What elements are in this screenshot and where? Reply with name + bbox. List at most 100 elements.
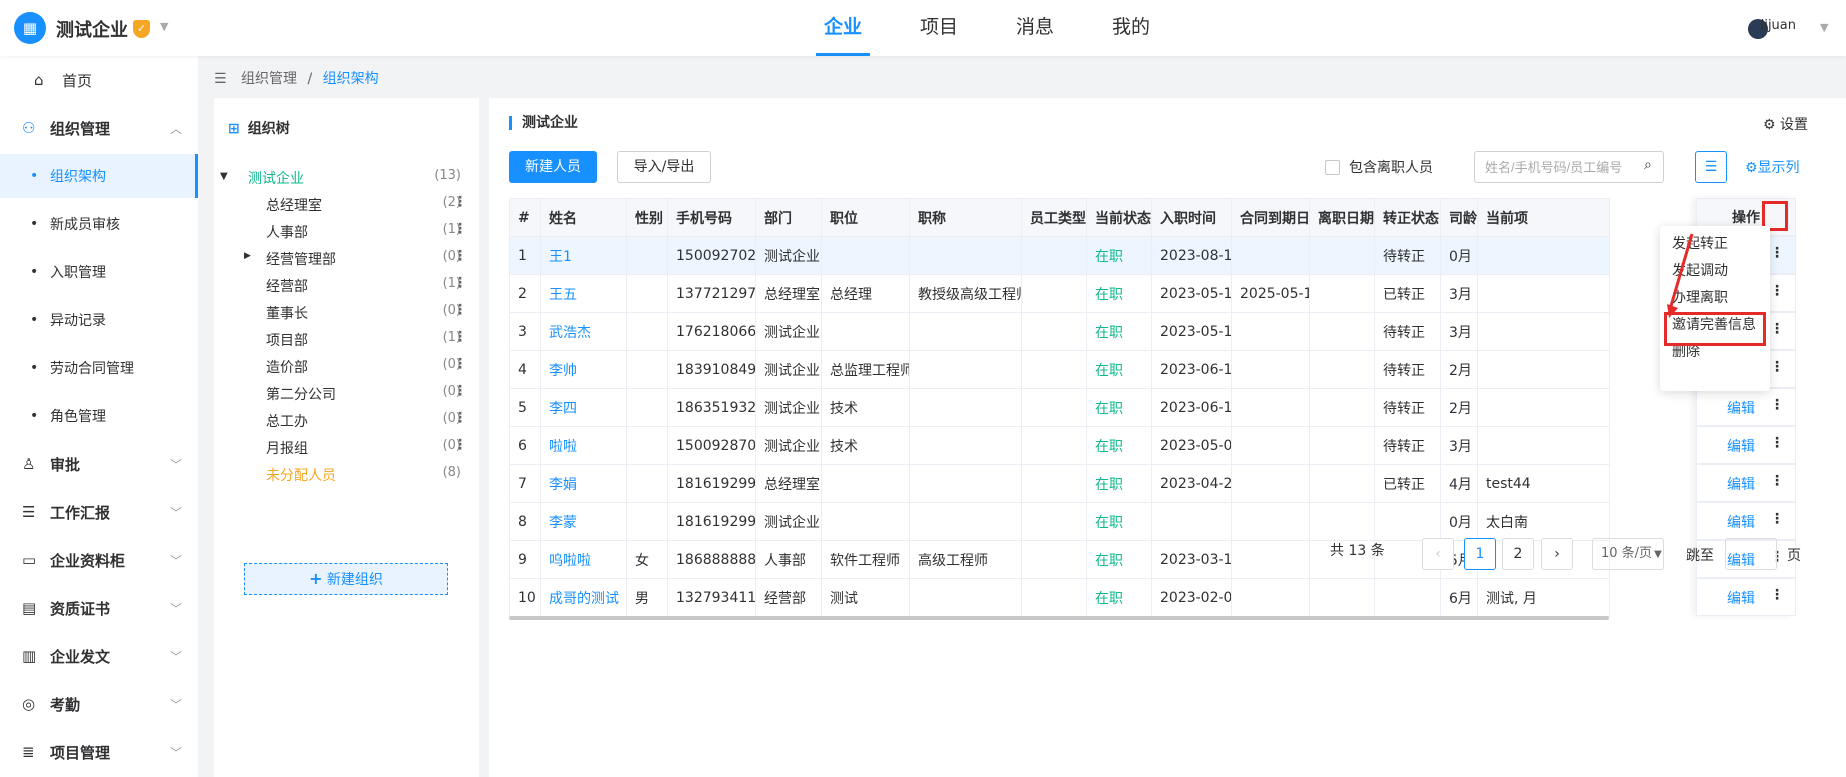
new-person-button[interactable]: 新建人员 bbox=[509, 151, 597, 183]
more-icon[interactable]: ⋮ bbox=[453, 356, 467, 372]
include-left-label[interactable]: 包含离职人员 bbox=[1349, 157, 1433, 177]
sidebar-item-certs[interactable]: ▤ 资质证书 ﹀ bbox=[0, 586, 198, 630]
nav-mine[interactable]: 我的 bbox=[1083, 0, 1179, 56]
more-icon[interactable]: ⋮ bbox=[453, 383, 467, 399]
sidebar-item-onboarding[interactable]: • 入职管理 bbox=[0, 250, 198, 294]
table-cell: 2023-04-24 bbox=[1151, 464, 1232, 503]
table-row[interactable]: 5李四 18635193227测试企业技术 在职2023-06-15 待转正2月 bbox=[509, 388, 1610, 427]
import-export-button[interactable]: 导入/导出 bbox=[617, 151, 711, 183]
page-size-select[interactable]: 10 条/页 ▼ bbox=[1592, 538, 1664, 570]
company-name[interactable]: 测试企业 bbox=[56, 16, 128, 42]
sidebar-item-new-member-review[interactable]: • 新成员审核 bbox=[0, 202, 198, 246]
sidebar-item-approval[interactable]: ♙ 审批 ﹀ bbox=[0, 442, 198, 486]
more-icon[interactable]: ⋮ bbox=[1770, 321, 1784, 337]
page-button[interactable]: 1 bbox=[1464, 538, 1496, 570]
table-row[interactable]: 6啦啦 15009287034测试企业技术 在职2023-05-08 待转正3月 bbox=[509, 426, 1610, 465]
table-row[interactable]: 7李娟 18161929980总经理室 在职2023-04-24 已转正4月test4… bbox=[509, 464, 1610, 503]
user-menu-caret-icon[interactable]: ▼ bbox=[1820, 21, 1828, 34]
table-cell: 2023-05-17 bbox=[1151, 274, 1232, 313]
search-input[interactable] bbox=[1474, 151, 1664, 183]
breadcrumb-parent[interactable]: 组织管理 bbox=[241, 71, 297, 87]
employee-name-link[interactable]: 呜啦啦 bbox=[540, 540, 627, 579]
nav-project[interactable]: 项目 bbox=[891, 0, 987, 56]
employee-name-link[interactable]: 王1 bbox=[540, 236, 627, 275]
employee-name-link[interactable]: 李四 bbox=[540, 388, 627, 427]
more-icon[interactable]: ⋮ bbox=[1770, 397, 1784, 413]
more-icon[interactable]: ⋮ bbox=[453, 248, 467, 264]
more-icon[interactable]: ⋮ bbox=[1770, 283, 1784, 299]
new-org-button[interactable]: + 新建组织 bbox=[244, 563, 448, 595]
table-row[interactable]: 2王五 13772129740总经理室总经理教授级高级工程师 在职2023-05-1… bbox=[509, 274, 1610, 313]
sidebar-item-report[interactable]: ☰ 工作汇报 ﹀ bbox=[0, 490, 198, 534]
include-left-checkbox[interactable] bbox=[1325, 160, 1340, 175]
table-cell: 6月 bbox=[1440, 578, 1478, 617]
more-icon[interactable]: ⋮ bbox=[1770, 511, 1784, 527]
more-icon[interactable]: ⋮ bbox=[1770, 359, 1784, 375]
employee-name-link[interactable]: 李帅 bbox=[540, 350, 627, 389]
horizontal-scrollbar[interactable] bbox=[509, 616, 1609, 620]
org-tree-panel: ⊞ 组织树 ▼ 测试企业 (13) 总经理室 (2) ⋮ 人事部 (1) ⋮ ▶ 经营管理部… bbox=[214, 98, 479, 777]
edit-link[interactable]: 编辑 bbox=[1727, 588, 1755, 608]
more-icon[interactable]: ⋮ bbox=[453, 194, 467, 210]
sidebar-item-roles[interactable]: • 角色管理 bbox=[0, 394, 198, 438]
edit-link[interactable]: 编辑 bbox=[1727, 436, 1755, 456]
company-switch-caret-icon[interactable]: ▼ bbox=[160, 20, 168, 33]
more-icon[interactable]: ⋮ bbox=[1770, 473, 1784, 489]
sidebar-item-home[interactable]: ⌂ 首页 bbox=[0, 58, 198, 102]
table-cell: 总监理工程师 bbox=[821, 350, 910, 389]
table-row[interactable]: 8李蒙 18161929989测试企业 在职 0月太白南 bbox=[509, 502, 1610, 541]
sidebar-item-attendance[interactable]: ◎ 考勤 ﹀ bbox=[0, 682, 198, 726]
employee-name-link[interactable]: 王五 bbox=[540, 274, 627, 313]
employee-name-link[interactable]: 李蒙 bbox=[540, 502, 627, 541]
show-columns-button[interactable]: ⚙显示列 bbox=[1745, 157, 1800, 177]
caret-down-icon[interactable]: ▼ bbox=[220, 171, 228, 182]
more-icon[interactable]: ⋮ bbox=[1770, 587, 1784, 603]
sidebar-item-changes[interactable]: • 异动记录 bbox=[0, 298, 198, 342]
more-icon[interactable]: ⋮ bbox=[1770, 435, 1784, 451]
prev-page-button[interactable]: ‹ bbox=[1422, 538, 1454, 570]
edit-link[interactable]: 编辑 bbox=[1727, 512, 1755, 532]
more-icon[interactable]: ⋮ bbox=[453, 437, 467, 453]
table-cell: 15009287034 bbox=[667, 426, 756, 465]
goto-page-input[interactable] bbox=[1725, 538, 1777, 570]
table-row[interactable]: 1王1 15009270235测试企业 在职2023-08-14 待转正0月 bbox=[509, 236, 1610, 275]
column-sort-button[interactable]: ☰ bbox=[1695, 151, 1727, 183]
caret-right-icon[interactable]: ▶ bbox=[244, 251, 251, 261]
table-row[interactable]: 3武浩杰 17621806692测试企业 在职2023-05-16 待转正3月 bbox=[509, 312, 1610, 351]
collapse-menu-icon[interactable]: ☰ bbox=[214, 71, 227, 87]
sidebar-item-docs[interactable]: ▭ 企业资料柜 ﹀ bbox=[0, 538, 198, 582]
more-icon[interactable]: ⋮ bbox=[453, 410, 467, 426]
sidebar-item-projects[interactable]: ≣ 项目管理 ﹀ bbox=[0, 730, 198, 774]
edit-link[interactable]: 编辑 bbox=[1727, 398, 1755, 418]
table-cell: 测试企业 bbox=[755, 388, 822, 427]
more-icon[interactable]: ⋮ bbox=[453, 302, 467, 318]
page-button[interactable]: 2 bbox=[1502, 538, 1534, 570]
company-logo-icon[interactable]: ▦ bbox=[14, 12, 46, 44]
user-name[interactable]: lijuan bbox=[1761, 18, 1796, 33]
edit-link[interactable]: 编辑 bbox=[1727, 474, 1755, 494]
settings-button[interactable]: ⚙ 设置 bbox=[1763, 114, 1808, 134]
sidebar-item-org-structure[interactable]: • 组织架构 bbox=[0, 154, 198, 198]
nav-messages[interactable]: 消息 bbox=[987, 0, 1083, 56]
org-icon: ⚇ bbox=[22, 119, 36, 137]
next-page-button[interactable]: › bbox=[1541, 538, 1573, 570]
nav-enterprise[interactable]: 企业 bbox=[795, 0, 891, 56]
more-icon[interactable]: ⋮ bbox=[453, 275, 467, 291]
employee-name-link[interactable]: 武浩杰 bbox=[540, 312, 627, 351]
sidebar-item-docs-out[interactable]: ▥ 企业发文 ﹀ bbox=[0, 634, 198, 678]
employee-name-link[interactable]: 李娟 bbox=[540, 464, 627, 503]
table-row[interactable]: 4李帅 18391084971测试企业总监理工程师 在职2023-06-15 待转正2… bbox=[509, 350, 1610, 389]
tree-node-unassigned[interactable]: 未分配人员 (8) bbox=[214, 459, 479, 491]
more-icon[interactable]: ⋮ bbox=[453, 329, 467, 345]
op-cell: 编辑 ⋮ bbox=[1696, 502, 1796, 540]
more-icon[interactable]: ⋮ bbox=[453, 221, 467, 237]
table-cell bbox=[821, 236, 910, 275]
search-icon[interactable]: ⌕ bbox=[1644, 157, 1652, 173]
more-icon[interactable]: ⋮ bbox=[1770, 245, 1784, 261]
employee-name-link[interactable]: 成哥的测试 bbox=[540, 578, 627, 617]
table-row[interactable]: 10成哥的测试男13279341157经营部测试 在职2023-02-08 6月测试… bbox=[509, 578, 1610, 617]
table-cell bbox=[1231, 350, 1310, 389]
sidebar-item-org[interactable]: ⚇ 组织管理 ︿ bbox=[0, 106, 198, 150]
employee-name-link[interactable]: 啦啦 bbox=[540, 426, 627, 465]
sidebar-item-contracts[interactable]: • 劳动合同管理 bbox=[0, 346, 198, 390]
